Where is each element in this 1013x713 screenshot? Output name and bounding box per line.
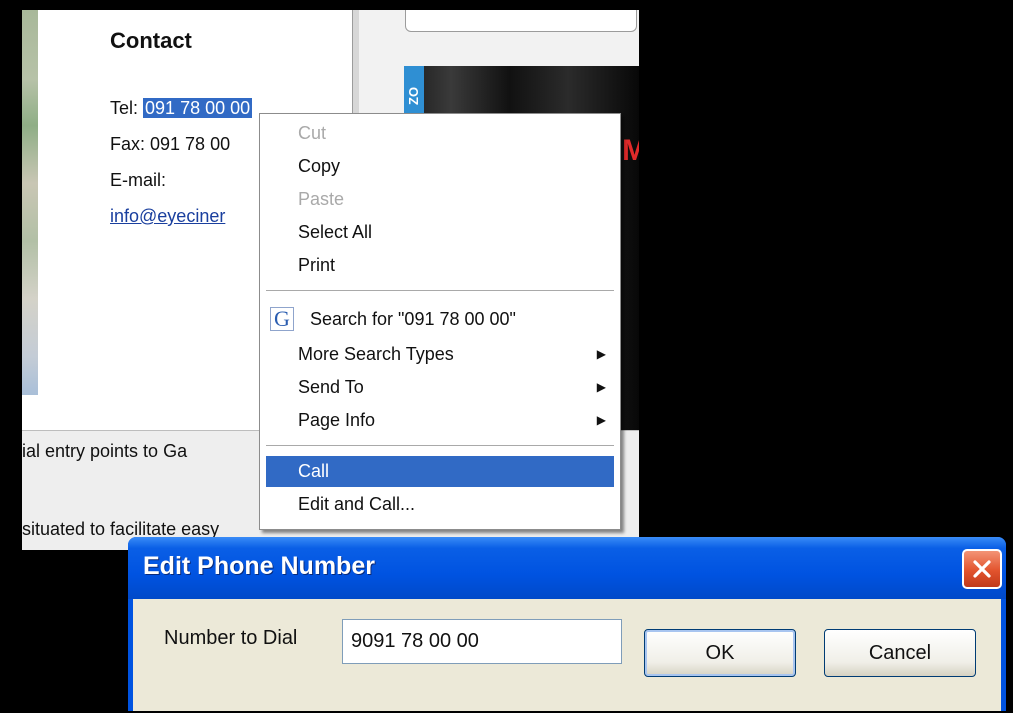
- menu-item-label: More Search Types: [298, 344, 454, 364]
- tel-number-selected[interactable]: 091 78 00 00: [143, 98, 253, 118]
- close-icon: [973, 560, 991, 578]
- dialog-body: Number to Dial OK Cancel: [133, 599, 1001, 711]
- close-button[interactable]: [962, 549, 1002, 589]
- edit-phone-dialog: Edit Phone Number Number to Dial OK Canc…: [128, 537, 1006, 711]
- contact-heading: Contact: [110, 28, 192, 53]
- submenu-arrow-icon: ▶: [596, 347, 606, 361]
- poster-letter: M: [622, 134, 639, 167]
- menu-item-label: Cut: [298, 123, 327, 143]
- dialog-title: Edit Phone Number: [143, 552, 375, 580]
- menu-item-call[interactable]: Call: [266, 456, 614, 487]
- tel-line: Tel: 091 78 00 00: [110, 98, 253, 119]
- page-text-line-1: ial entry points to Ga: [22, 441, 188, 461]
- menu-item-cut: Cut: [266, 118, 614, 149]
- google-g-icon: G: [270, 307, 294, 331]
- map-image: [22, 10, 38, 395]
- menu-separator: [266, 445, 614, 447]
- number-to-dial-input[interactable]: [342, 619, 622, 664]
- page-search-box[interactable]: [405, 10, 637, 32]
- menu-item-print[interactable]: Print: [266, 250, 614, 281]
- number-to-dial-label: Number to Dial: [164, 627, 298, 649]
- menu-item-paste: Paste: [266, 184, 614, 215]
- fax-line: Fax: 091 78 00: [110, 134, 231, 154]
- submenu-arrow-icon: ▶: [596, 380, 606, 394]
- menu-item-label: Edit and Call...: [298, 494, 416, 514]
- context-menu: Cut Copy Paste Select All Print G Search…: [259, 113, 621, 530]
- cancel-button[interactable]: Cancel: [824, 629, 976, 677]
- email-link[interactable]: info@eyeciner: [110, 206, 225, 227]
- submenu-arrow-icon: ▶: [596, 413, 606, 427]
- menu-item-copy[interactable]: Copy: [266, 151, 614, 182]
- menu-item-label: Paste: [298, 189, 345, 209]
- menu-item-page-info[interactable]: Page Info ▶: [266, 405, 614, 436]
- menu-item-select-all[interactable]: Select All: [266, 217, 614, 248]
- menu-separator: [266, 290, 614, 292]
- menu-item-label: Print: [298, 255, 336, 275]
- menu-item-label: Call: [298, 461, 330, 481]
- email-label: E-mail:: [110, 170, 167, 190]
- ok-button[interactable]: OK: [644, 629, 796, 677]
- tel-label: Tel:: [110, 98, 139, 118]
- screen: ZO M Contact Tel: 091 78 00 00 Fax: 091 …: [0, 0, 1013, 713]
- menu-item-label: Search for "091 78 00 00": [310, 309, 516, 329]
- menu-item-label: Send To: [298, 377, 364, 397]
- menu-item-edit-and-call[interactable]: Edit and Call...: [266, 489, 614, 520]
- menu-item-search-for[interactable]: G Search for "091 78 00 00": [266, 304, 614, 335]
- menu-item-send-to[interactable]: Send To ▶: [266, 372, 614, 403]
- dialog-titlebar[interactable]: Edit Phone Number: [128, 537, 1006, 599]
- menu-item-more-search-types[interactable]: More Search Types ▶: [266, 339, 614, 370]
- menu-item-label: Copy: [298, 156, 341, 176]
- menu-item-label: Page Info: [298, 410, 376, 430]
- menu-item-label: Select All: [298, 222, 373, 242]
